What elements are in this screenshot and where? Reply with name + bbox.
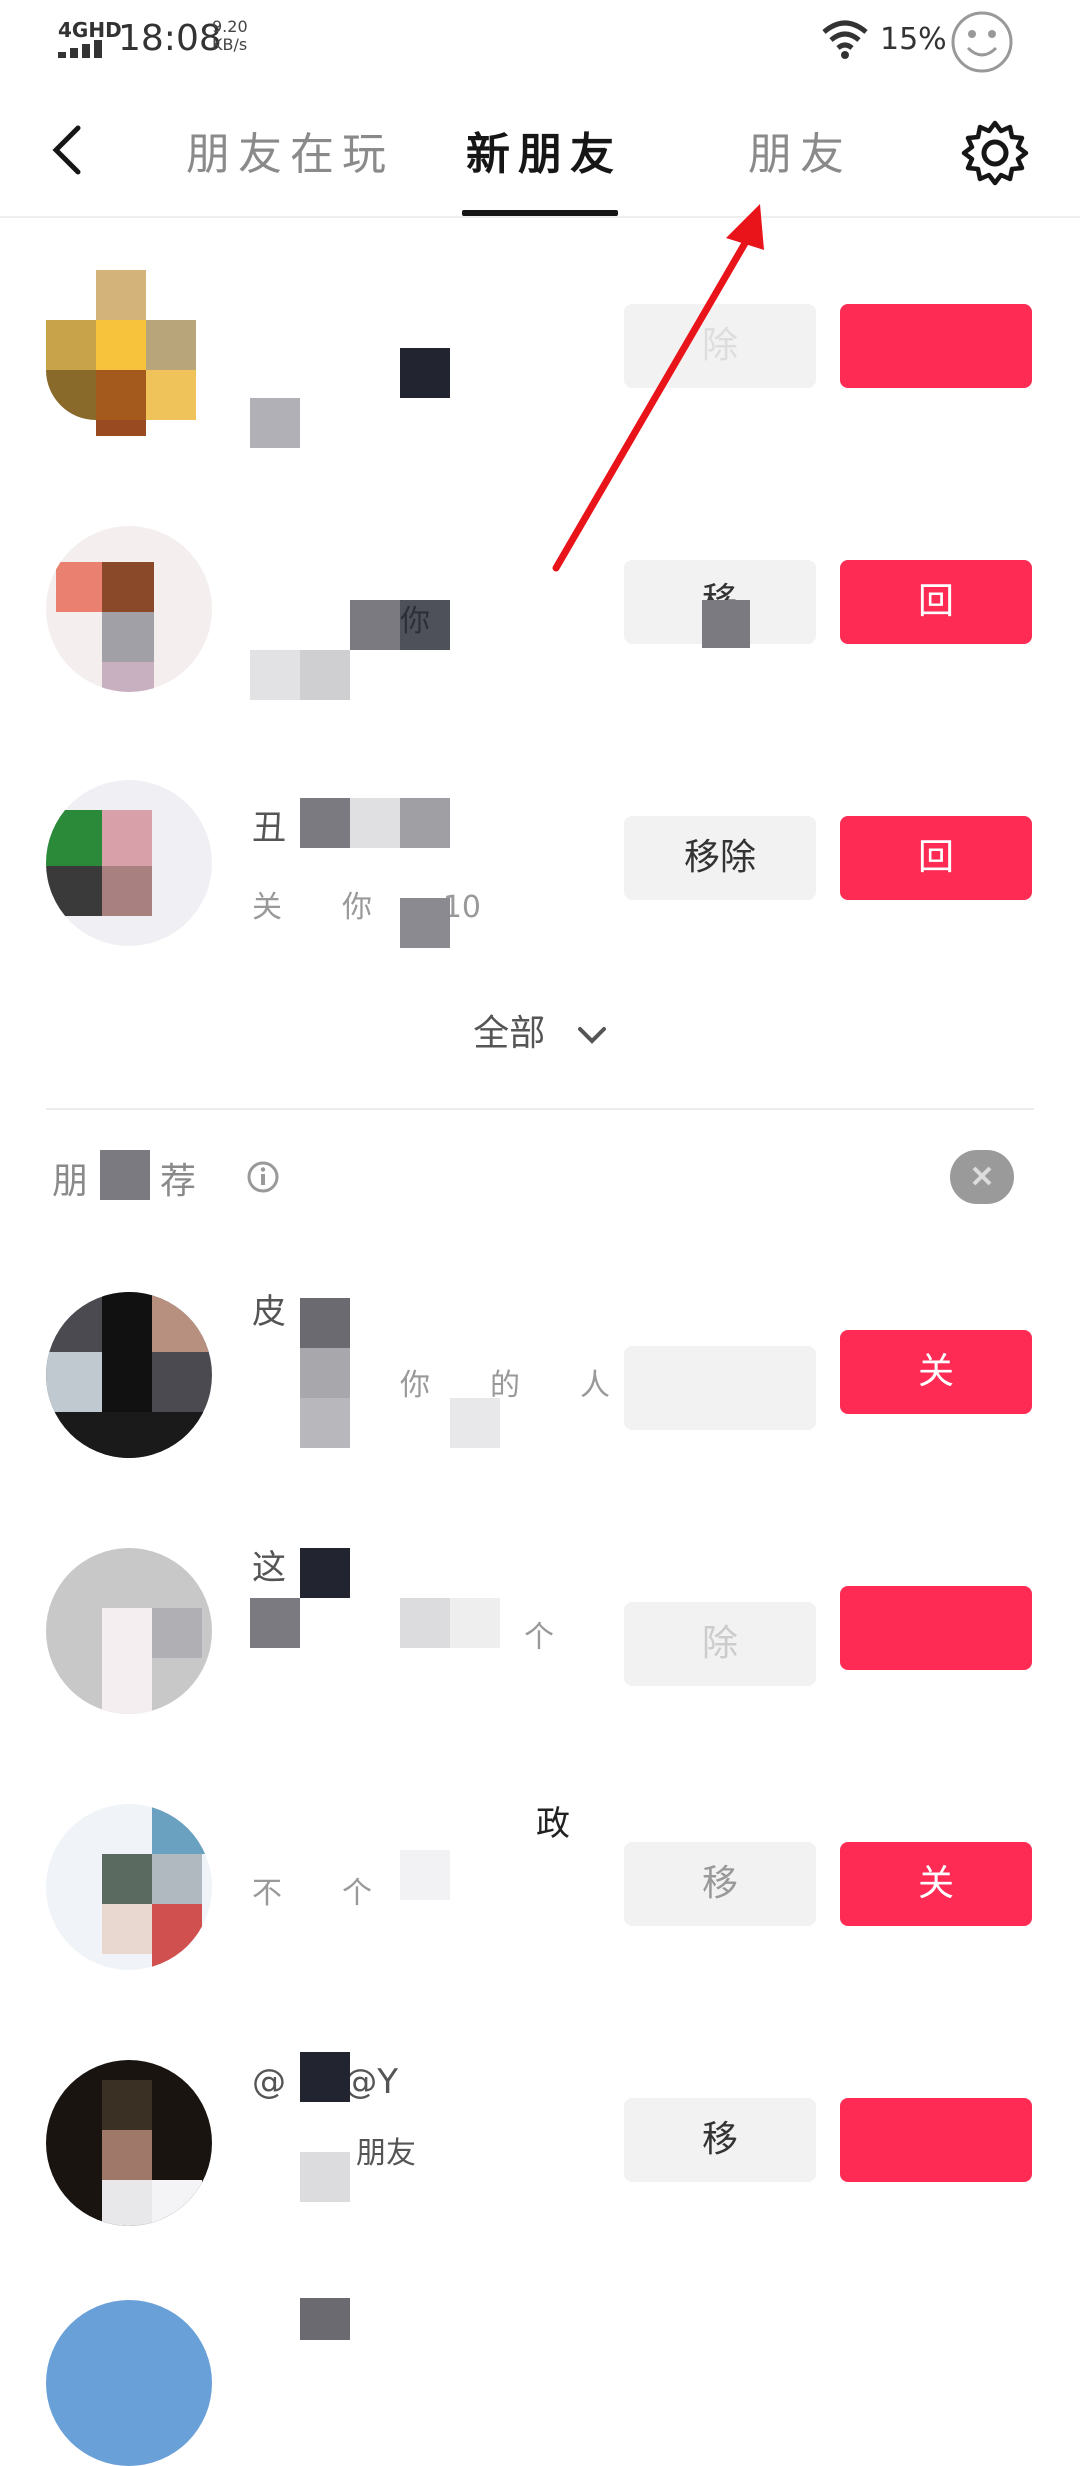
follow-back-button[interactable]: 回 — [840, 816, 1032, 900]
recommend-row[interactable]: @ X@Y 朋友 移 — [0, 2024, 1080, 2254]
top-nav: 朋友在玩 新朋友 朋友 — [0, 100, 1080, 218]
section-divider — [46, 1108, 1034, 1110]
new-friend-row[interactable]: 除 — [0, 240, 1080, 470]
remove-button[interactable]: 移 — [624, 2098, 816, 2182]
active-tab-indicator — [462, 210, 618, 216]
remove-button[interactable]: 移除 — [624, 816, 816, 900]
avatar[interactable] — [46, 1548, 212, 1714]
avatar[interactable] — [46, 1292, 212, 1458]
user-name: 政 — [536, 1804, 570, 1844]
speed-value: 9.20 — [212, 17, 248, 36]
follow-back-button[interactable] — [840, 304, 1032, 388]
tab-new-friends[interactable]: 新朋友 — [466, 118, 622, 182]
new-friend-row[interactable]: 丑 关 你 -10 移除 回 — [0, 752, 1080, 982]
info-icon[interactable] — [246, 1160, 280, 1194]
user-subtitle: 不 个 — [252, 1876, 372, 1911]
signal-icon — [58, 40, 106, 58]
remove-button[interactable]: 除 — [624, 1602, 816, 1686]
follow-button[interactable]: 关 — [840, 1842, 1032, 1926]
gear-icon[interactable] — [960, 118, 1030, 188]
close-recommend-button[interactable] — [950, 1150, 1014, 1204]
tab-friends-playing[interactable]: 朋友在玩 — [186, 118, 394, 182]
avatar[interactable] — [46, 270, 212, 436]
avatar[interactable] — [46, 780, 212, 946]
follow-button[interactable]: 关 — [840, 1330, 1032, 1414]
new-friend-row[interactable]: 你 移 回 — [0, 496, 1080, 726]
wifi-icon — [822, 20, 868, 59]
user-name: 丑 — [252, 808, 286, 848]
show-all-label: 全部 — [473, 1013, 546, 1054]
recommend-row[interactable]: 皮 你 的 人 关 — [0, 1256, 1080, 1486]
user-name: 皮 — [252, 1292, 286, 1332]
avatar[interactable] — [46, 526, 212, 692]
follow-button[interactable] — [840, 1586, 1032, 1670]
smiley-icon — [951, 11, 1013, 73]
avatar[interactable] — [46, 2300, 212, 2466]
user-subtitle: 你 的 人 — [400, 1368, 610, 1403]
avatar[interactable] — [46, 2060, 212, 2226]
tab-friends[interactable]: 朋友 — [748, 118, 852, 182]
recommend-row[interactable]: 政 不 个 移 关 — [0, 1768, 1080, 1998]
remove-button[interactable]: 除 — [624, 304, 816, 388]
user-name: 这 — [252, 1548, 286, 1588]
chevron-down-icon — [577, 1027, 606, 1044]
clock: 18:08 — [118, 18, 222, 59]
follow-back-button[interactable]: 回 — [840, 560, 1032, 644]
close-icon — [972, 1166, 992, 1186]
avatar[interactable] — [46, 1804, 212, 1970]
network-type: 4GHD — [58, 18, 122, 42]
battery-level: 15% — [880, 22, 947, 57]
remove-button[interactable] — [624, 1346, 816, 1430]
chevron-left-icon[interactable] — [40, 120, 100, 180]
recommend-row[interactable]: 这 个 除 — [0, 1512, 1080, 1742]
speed-unit: KB/s — [212, 35, 248, 54]
recommend-row[interactable] — [0, 2280, 1080, 2466]
status-bar: 4GHD 18:08 9.20 KB/s 15% — [0, 0, 1080, 80]
remove-button[interactable]: 移 — [624, 1842, 816, 1926]
user-subtitle: 个 — [524, 1620, 554, 1655]
network-speed: 9.20 KB/s — [212, 18, 248, 54]
show-all-button[interactable]: 全部 — [0, 1004, 1080, 1056]
user-subtitle: 朋友 — [356, 2136, 416, 2171]
follow-button[interactable] — [840, 2098, 1032, 2182]
